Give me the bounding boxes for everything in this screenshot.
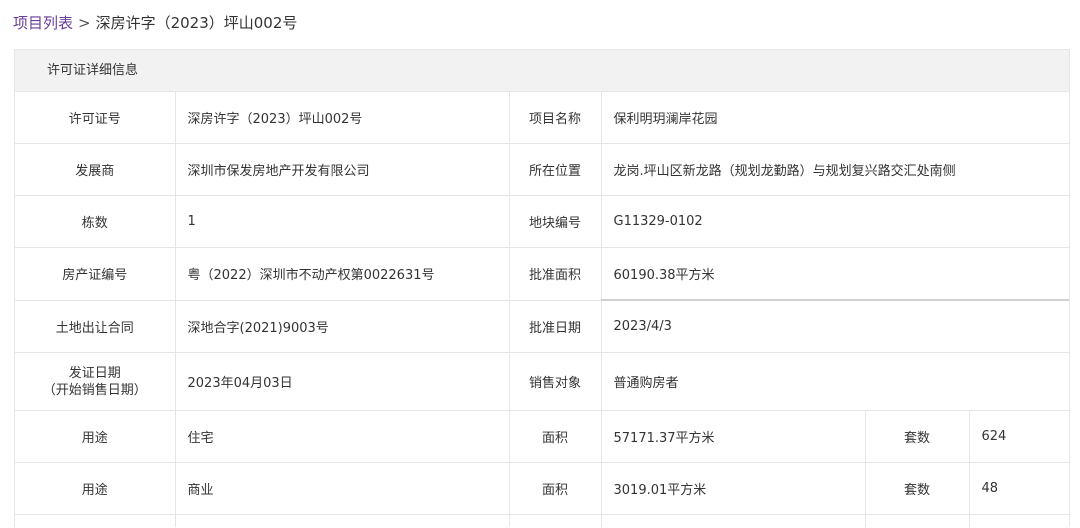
empty-cell: [865, 514, 970, 527]
approval-date-label: 批准日期: [509, 300, 602, 353]
breadcrumb-current: 深房许字（2023）坪山002号: [95, 14, 298, 32]
project-name-value: 保利明玥澜岸花园: [601, 92, 1070, 144]
area-label: 面积: [509, 410, 602, 463]
issue-date-label: 发证日期 （开始销售日期）: [15, 352, 176, 411]
breadcrumb-separator: >: [78, 14, 91, 32]
table-row: 发证日期 （开始销售日期） 2023年04月03日 销售对象 普通购房者: [15, 352, 1070, 411]
empty-cell: [15, 514, 176, 527]
breadcrumb: 项目列表 > 深房许字（2023）坪山002号: [13, 12, 297, 33]
project-name-label: 项目名称: [509, 92, 602, 144]
buildings-value: 1: [175, 195, 510, 248]
breadcrumb-project-list-link[interactable]: 项目列表: [13, 14, 73, 32]
issue-date-value: 2023年04月03日: [175, 352, 510, 411]
developer-value: 深圳市保发房地产开发有限公司: [175, 143, 510, 196]
units-value: 624: [969, 410, 1070, 463]
approved-area-label: 批准面积: [509, 247, 602, 301]
use-label: 用途: [15, 410, 176, 463]
sales-target-label: 销售对象: [509, 352, 602, 411]
permit-detail-panel: 许可证详细信息 许可证号 深房许字（2023）坪山002号 项目名称 保利明玥澜…: [14, 49, 1070, 527]
usage-row: 用途 商业 面积 3019.01平方米 套数 48: [15, 462, 1070, 515]
empty-cell: [969, 515, 1069, 528]
use-value: 商业: [175, 462, 510, 515]
approved-area-value: 60190.38平方米: [601, 247, 1070, 301]
approval-date-value: 2023/4/3: [601, 300, 1070, 353]
area-value: 57171.37平方米: [601, 410, 866, 463]
empty-cell: [509, 514, 602, 527]
use-label: 用途: [15, 462, 176, 515]
sales-target-value: 普通购房者: [601, 352, 1070, 411]
property-cert-value: 粤（2022）深圳市不动产权第0022631号: [175, 247, 510, 301]
usage-row: 用途 住宅 面积 57171.37平方米 套数 624: [15, 410, 1070, 463]
table-row: 房产证编号 粤（2022）深圳市不动产权第0022631号 批准面积 60190…: [15, 247, 1070, 301]
permit-detail-table: 许可证号 深房许字（2023）坪山002号 项目名称 保利明玥澜岸花园 发展商 …: [15, 92, 1070, 528]
table-row-partial: [15, 514, 1069, 528]
units-label: 套数: [865, 410, 970, 463]
area-value: 3019.01平方米: [601, 462, 866, 515]
plot-no-value: G11329-0102: [601, 195, 1070, 248]
units-label: 套数: [865, 462, 970, 515]
location-value: 龙岗.坪山区新龙路（规划龙勤路）与规划复兴路交汇处南侧: [601, 143, 1070, 196]
table-row: 许可证号 深房许字（2023）坪山002号 项目名称 保利明玥澜岸花园: [15, 92, 1070, 144]
location-label: 所在位置: [509, 143, 602, 196]
permit-no-label: 许可证号: [15, 92, 176, 144]
panel-title: 许可证详细信息: [15, 50, 1069, 92]
property-cert-label: 房产证编号: [15, 247, 176, 301]
table-row: 土地出让合同 深地合字(2021)9003号 批准日期 2023/4/3: [15, 300, 1070, 353]
table-row: 发展商 深圳市保发房地产开发有限公司 所在位置 龙岗.坪山区新龙路（规划龙勤路）…: [15, 143, 1070, 196]
empty-cell: [175, 514, 510, 527]
land-contract-label: 土地出让合同: [15, 300, 176, 353]
permit-no-value: 深房许字（2023）坪山002号: [175, 92, 510, 144]
buildings-label: 栋数: [15, 195, 176, 248]
developer-label: 发展商: [15, 143, 176, 196]
empty-cell: [601, 514, 866, 527]
table-row: 栋数 1 地块编号 G11329-0102: [15, 195, 1070, 248]
issue-date-label-line1: 发证日期: [68, 365, 121, 381]
issue-date-label-line2: （开始销售日期）: [42, 382, 147, 398]
use-value: 住宅: [175, 410, 510, 463]
units-value: 48: [969, 462, 1070, 515]
plot-no-label: 地块编号: [509, 195, 602, 248]
area-label: 面积: [509, 462, 602, 515]
land-contract-value: 深地合字(2021)9003号: [175, 300, 510, 353]
